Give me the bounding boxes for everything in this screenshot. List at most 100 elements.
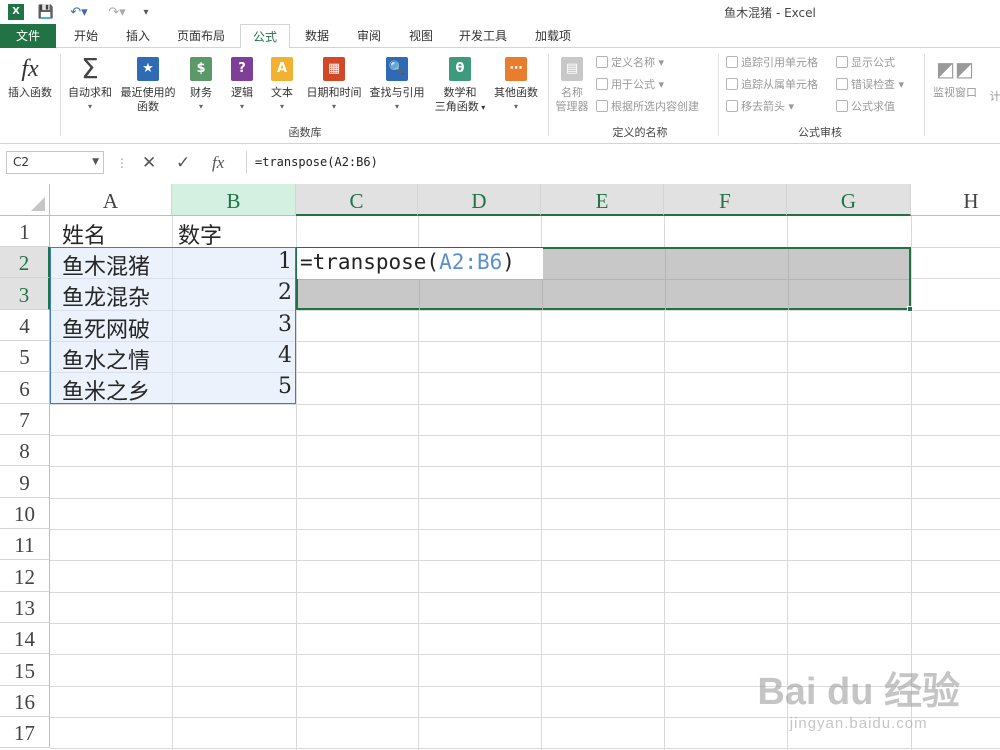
row-header-9[interactable]: 9 [0,466,50,498]
tab-page-layout[interactable]: 页面布局 [168,24,234,48]
group-function-library: 函数库 [288,126,322,139]
cell-a5[interactable]: 鱼水之情 [62,343,150,375]
row-header-13[interactable]: 13 [0,592,50,623]
row-header-2[interactable]: 2 [0,247,50,278]
chevron-down-icon[interactable]: ▼ [92,152,99,173]
column-header-a[interactable]: A [50,184,172,216]
error-check-button[interactable]: 错误检查 ▾ [836,76,904,94]
cancel-icon[interactable]: ✕ [142,153,156,173]
use-in-formula-button[interactable]: 用于公式 ▾ [596,76,664,94]
insert-function-button[interactable]: fx 插入函数 [4,54,56,100]
show-formulas-label: 显示公式 [851,56,895,69]
column-header-h[interactable]: H [911,184,1000,216]
tab-insert[interactable]: 插入 [114,24,162,48]
trace-precedents-button[interactable]: 追踪引用单元格 [726,54,818,72]
cell-b1[interactable]: 数字 [178,218,222,250]
tab-data[interactable]: 数据 [294,24,340,48]
row-header-10[interactable]: 10 [0,498,50,529]
define-name-button[interactable]: 定义名称 ▾ [596,54,664,72]
select-all-corner[interactable] [0,184,50,216]
row-header-11[interactable]: 11 [0,529,50,560]
more-functions-button[interactable]: ⋯ 其他函数 ▾ [490,54,542,114]
watermark-main: Bai du 经验 [757,671,960,713]
gridline [50,466,1000,467]
more-functions-label: 其他函数 [494,86,538,99]
cell-b2[interactable]: 1 [172,249,296,274]
gridline [50,529,1000,530]
error-check-label: 错误检查 [851,78,895,91]
column-header-d[interactable]: D [418,184,541,216]
row-header-1[interactable]: 1 [0,216,50,247]
cell-b4[interactable]: 3 [172,312,296,337]
sigma-icon: Σ [81,52,99,85]
row-header-3[interactable]: 3 [0,278,50,310]
show-formulas-icon [836,56,848,68]
column-header-f[interactable]: F [664,184,787,216]
row-header-16[interactable]: 16 [0,686,50,717]
formula-input[interactable]: =transpose(A2:B6) [246,151,1000,174]
edit-reference: A2:B6 [439,250,503,274]
row-header-15[interactable]: 15 [0,654,50,686]
cell-a6[interactable]: 鱼米之乡 [62,374,150,406]
cell-a1[interactable]: 姓名 [62,218,106,250]
cell-b5[interactable]: 4 [172,343,296,368]
row-header-5[interactable]: 5 [0,341,50,372]
insert-function-icon[interactable]: fx [212,153,224,173]
tab-addins[interactable]: 加载项 [522,24,584,48]
column-header-g[interactable]: G [787,184,911,216]
remove-arrows-icon [726,100,738,112]
create-from-selection-button[interactable]: 根据所选内容创建 [596,98,699,116]
cell-a4[interactable]: 鱼死网破 [62,312,150,344]
remove-arrows-button[interactable]: 移去箭头 ▾ [726,98,794,116]
more-dots-icon: ⋮ [116,156,128,170]
name-box-value: C2 [13,155,30,169]
show-formulas-button[interactable]: 显示公式 [836,54,895,72]
cell-b6[interactable]: 5 [172,374,296,399]
tab-home[interactable]: 开始 [62,24,110,48]
fx-icon: fx [21,56,39,82]
row-header-4[interactable]: 4 [0,310,50,341]
cell-a3[interactable]: 鱼龙混杂 [62,280,150,312]
cell-b3[interactable]: 2 [172,280,296,305]
tab-developer[interactable]: 开发工具 [452,24,514,48]
watch-window-button[interactable]: ◩◩ 监视窗口 [928,54,982,100]
edit-suffix: ) [502,250,515,274]
create-from-selection-label: 根据所选内容创建 [611,100,699,113]
recently-used-button[interactable]: ★ 最近使用的 函数 [118,54,178,114]
financial-label: 财务 [190,86,212,99]
row-header-7[interactable]: 7 [0,404,50,435]
trace-dep-icon [726,78,738,90]
trace-dependents-button[interactable]: 追踪从属单元格 [726,76,818,94]
text-button[interactable]: A 文本 ▾ [266,54,298,114]
math-button[interactable]: θ 数学和 三角函数 ▾ [430,54,490,115]
calculation-partial[interactable]: 计 [988,90,1000,104]
lookup-button[interactable]: 🔍 查找与引用 ▾ [366,54,428,114]
column-header-e[interactable]: E [541,184,664,216]
trace-icon [726,56,738,68]
row-header-12[interactable]: 12 [0,560,50,592]
tab-file[interactable]: 文件 [0,24,56,48]
tab-view[interactable]: 视图 [398,24,444,48]
logical-button[interactable]: ? 逻辑 ▾ [226,54,258,114]
tab-review[interactable]: 审阅 [346,24,392,48]
financial-button[interactable]: $ 财务 ▾ [184,54,218,114]
enter-check-icon[interactable]: ✓ [176,153,190,173]
name-box[interactable]: C2 ▼ [6,151,104,174]
row-header-14[interactable]: 14 [0,623,50,654]
row-header-6[interactable]: 6 [0,372,50,404]
cell-edit-text[interactable]: =transpose(A2:B6) [300,250,515,274]
tab-formulas[interactable]: 公式 [240,24,290,49]
column-header-c[interactable]: C [296,184,418,216]
column-header-b[interactable]: B [172,184,296,216]
datetime-button[interactable]: ▦ 日期和时间 ▾ [302,54,366,114]
gridline [50,623,1000,624]
cell-a2[interactable]: 鱼木混猪 [62,249,150,281]
autosum-button[interactable]: Σ 自动求和 ▾ [64,54,116,114]
evaluate-formula-button[interactable]: 公式求值 [836,98,895,116]
fill-handle[interactable] [907,306,913,312]
select-all-triangle [31,197,45,211]
row-header-17[interactable]: 17 [0,717,50,748]
name-manager-button[interactable]: ▤ 名称 管理器 [550,54,594,114]
grid-icon [596,100,608,112]
row-header-8[interactable]: 8 [0,435,50,466]
